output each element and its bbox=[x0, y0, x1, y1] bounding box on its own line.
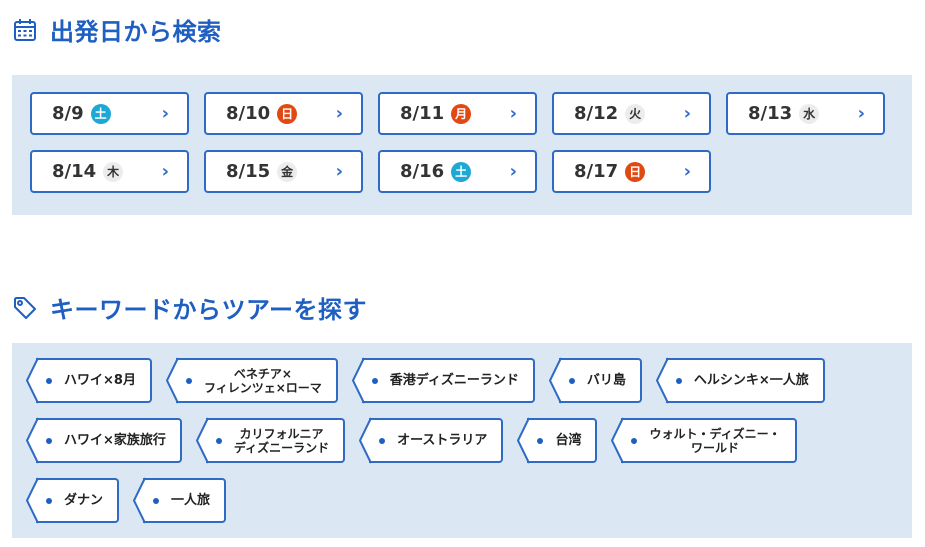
keyword-tag-label: ヘルシンキ×一人旅 bbox=[693, 373, 809, 388]
tag-dot-icon bbox=[46, 497, 52, 504]
date-panel: 8/9 土 › 8/10 日 › 8/11 月 › 8/12 火 › 8/13 水 › 8/14 木 › 8/15 金… bbox=[12, 75, 912, 215]
chevron-right-icon: › bbox=[509, 161, 517, 182]
date-label: 8/14 bbox=[52, 161, 97, 182]
keyword-tag-label: ダナン bbox=[64, 493, 104, 508]
tag-notch-icon bbox=[351, 357, 365, 404]
date-button[interactable]: 8/14 木 › bbox=[30, 150, 189, 193]
tag-notch-icon bbox=[26, 477, 39, 524]
tag-dot-icon bbox=[631, 437, 638, 444]
date-label: 8/17 bbox=[574, 161, 619, 182]
date-grid: 8/9 土 › 8/10 日 › 8/11 月 › 8/12 火 › 8/13 水 › 8/14 木 › 8/15 金… bbox=[30, 92, 885, 193]
date-button[interactable]: 8/17 日 › bbox=[552, 150, 711, 193]
keyword-tag-label: カリフォルニア ディズニーランド bbox=[233, 426, 330, 455]
keyword-section-heading: キーワードからツアーを探す bbox=[50, 296, 368, 324]
keyword-tag[interactable]: ヘルシンキ×一人旅 bbox=[655, 357, 825, 404]
keyword-tag[interactable]: ハワイ×8月 bbox=[26, 357, 152, 404]
date-section-heading: 出発日から検索 bbox=[50, 18, 222, 46]
tag-notch-icon bbox=[655, 357, 669, 404]
tag-dot-icon bbox=[185, 377, 192, 384]
chevron-right-icon: › bbox=[683, 161, 691, 182]
day-of-week-badge: 日 bbox=[625, 161, 646, 182]
tag-row: ダナン 一人旅 bbox=[26, 477, 903, 524]
keyword-tag-label: オーストラリア bbox=[397, 433, 488, 448]
tag-dot-icon bbox=[537, 437, 544, 444]
day-of-week-badge: 火 bbox=[625, 103, 646, 124]
chevron-right-icon: › bbox=[509, 103, 517, 124]
keyword-tag[interactable]: ベネチア× フィレンツェ×ローマ bbox=[165, 357, 338, 404]
keyword-tag-label: 香港ディズニーランド bbox=[389, 373, 519, 388]
tag-notch-icon bbox=[359, 417, 372, 464]
date-label: 8/9 bbox=[52, 103, 84, 124]
date-button[interactable]: 8/11 月 › bbox=[378, 92, 537, 135]
keyword-tags: ハワイ×8月 ベネチア× フィレンツェ×ローマ 香港ディズニーランド バリ島 ヘルシンキ… bbox=[26, 357, 903, 538]
date-button[interactable]: 8/12 火 › bbox=[552, 92, 711, 135]
tag-icon bbox=[14, 296, 36, 319]
chevron-right-icon: › bbox=[335, 103, 343, 124]
keyword-tag-label: ベネチア× フィレンツェ×ローマ bbox=[203, 366, 322, 395]
date-button[interactable]: 8/10 日 › bbox=[204, 92, 363, 135]
day-of-week-badge: 土 bbox=[451, 161, 472, 182]
keyword-tag[interactable]: ダナン bbox=[26, 477, 120, 524]
date-label: 8/11 bbox=[400, 103, 445, 124]
day-of-week-badge: 木 bbox=[103, 161, 124, 182]
tag-dot-icon bbox=[379, 437, 386, 444]
keyword-tag-label: ハワイ×8月 bbox=[64, 373, 136, 388]
calendar-icon bbox=[14, 18, 36, 41]
keyword-tag[interactable]: ウォルト・ディズニー・ ワールド bbox=[611, 417, 797, 464]
tag-notch-icon bbox=[517, 417, 531, 464]
date-section-title: 出発日から検索 bbox=[12, 12, 222, 47]
tag-row: ハワイ×8月 ベネチア× フィレンツェ×ローマ 香港ディズニーランド バリ島 ヘルシンキ… bbox=[26, 357, 903, 404]
date-label: 8/10 bbox=[226, 103, 271, 124]
tag-notch-icon bbox=[548, 357, 562, 404]
chevron-right-icon: › bbox=[857, 103, 865, 124]
date-label: 8/15 bbox=[226, 161, 271, 182]
keyword-panel: ハワイ×8月 ベネチア× フィレンツェ×ローマ 香港ディズニーランド バリ島 ヘルシンキ… bbox=[12, 343, 912, 538]
tag-dot-icon bbox=[153, 497, 160, 504]
tag-dot-icon bbox=[568, 377, 575, 384]
keyword-tag-label: ウォルト・ディズニー・ ワールド bbox=[649, 426, 781, 455]
date-button[interactable]: 8/9 土 › bbox=[30, 92, 189, 135]
tag-dot-icon bbox=[46, 377, 52, 384]
tag-dot-icon bbox=[46, 437, 52, 444]
keyword-section-title: キーワードからツアーを探す bbox=[12, 290, 367, 325]
tag-row: ハワイ×家族旅行 カリフォルニア ディズニーランド オーストラリア 台湾 ウォルト・ディ… bbox=[26, 417, 903, 464]
day-of-week-badge: 水 bbox=[799, 103, 820, 124]
date-button[interactable]: 8/15 金 › bbox=[204, 150, 363, 193]
keyword-tag[interactable]: ハワイ×家族旅行 bbox=[26, 417, 182, 464]
tag-notch-icon bbox=[26, 417, 39, 464]
keyword-tag-label: バリ島 bbox=[586, 373, 626, 388]
keyword-tag-label: 一人旅 bbox=[171, 493, 211, 508]
tag-notch-icon bbox=[165, 357, 179, 404]
tag-notch-icon bbox=[133, 477, 146, 524]
chevron-right-icon: › bbox=[161, 161, 169, 182]
date-button[interactable]: 8/16 土 › bbox=[378, 150, 537, 193]
day-of-week-badge: 月 bbox=[451, 103, 472, 124]
chevron-right-icon: › bbox=[161, 103, 169, 124]
date-button[interactable]: 8/13 水 › bbox=[726, 92, 885, 135]
tag-notch-icon bbox=[26, 357, 39, 404]
tag-notch-icon bbox=[195, 417, 209, 464]
keyword-tag[interactable]: バリ島 bbox=[548, 357, 642, 404]
keyword-tag-label: ハワイ×家族旅行 bbox=[64, 433, 166, 448]
tag-dot-icon bbox=[675, 377, 682, 384]
keyword-tag[interactable]: カリフォルニア ディズニーランド bbox=[195, 417, 346, 464]
date-label: 8/13 bbox=[748, 103, 793, 124]
date-label: 8/16 bbox=[400, 161, 445, 182]
chevron-right-icon: › bbox=[335, 161, 343, 182]
day-of-week-badge: 金 bbox=[277, 161, 298, 182]
day-of-week-badge: 日 bbox=[277, 103, 298, 124]
tag-dot-icon bbox=[371, 377, 378, 384]
keyword-tag[interactable]: 一人旅 bbox=[133, 477, 227, 524]
chevron-right-icon: › bbox=[683, 103, 691, 124]
keyword-tag-label: 台湾 bbox=[555, 433, 582, 448]
keyword-tag[interactable]: オーストラリア bbox=[359, 417, 504, 464]
date-label: 8/12 bbox=[574, 103, 619, 124]
tag-dot-icon bbox=[215, 437, 222, 444]
keyword-tag[interactable]: 香港ディズニーランド bbox=[351, 357, 535, 404]
day-of-week-badge: 土 bbox=[90, 103, 111, 124]
tag-notch-icon bbox=[611, 417, 625, 464]
keyword-tag[interactable]: 台湾 bbox=[517, 417, 598, 464]
